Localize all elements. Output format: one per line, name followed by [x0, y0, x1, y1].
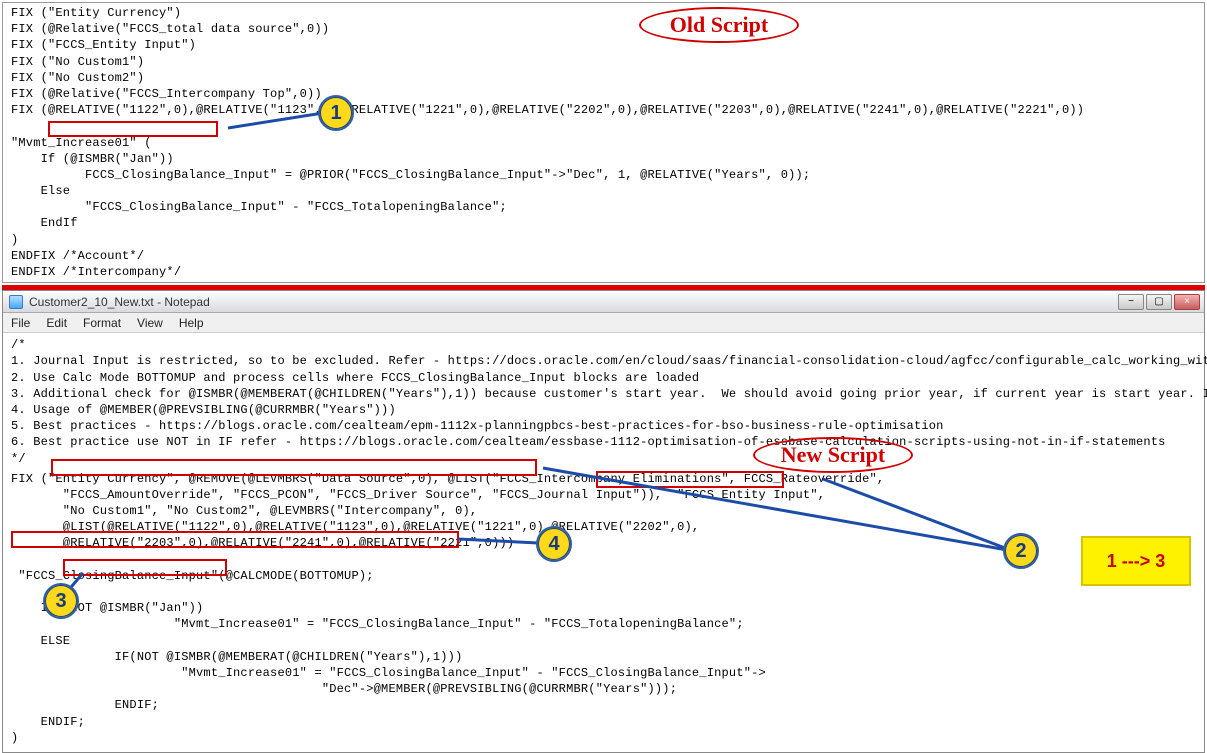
new-script-label-text: New Script	[781, 442, 885, 468]
notepad-icon	[9, 295, 23, 309]
menu-view[interactable]: View	[137, 316, 163, 330]
new-script-label: New Script	[753, 437, 913, 473]
notepad-window: Customer2_10_New.txt - Notepad − ▢ × Fil…	[2, 290, 1205, 753]
highlight-journal-input	[596, 471, 784, 488]
minimize-button[interactable]: −	[1118, 294, 1144, 310]
highlight-not-ismbr	[63, 559, 227, 576]
marker-1: 1	[318, 95, 354, 131]
menu-file[interactable]: File	[11, 316, 30, 330]
marker-2-text: 2	[1015, 540, 1026, 563]
titlebar: Customer2_10_New.txt - Notepad − ▢ ×	[3, 291, 1204, 313]
marker-3: 3	[43, 583, 79, 619]
legend-box: 1 ---> 3	[1081, 536, 1191, 586]
menu-help[interactable]: Help	[179, 316, 204, 330]
old-script-label-text: Old Script	[670, 12, 768, 38]
close-button[interactable]: ×	[1174, 294, 1200, 310]
menubar: File Edit Format View Help	[3, 313, 1204, 333]
window-title: Customer2_10_New.txt - Notepad	[29, 295, 210, 309]
marker-1-text: 1	[330, 102, 341, 125]
highlight-if-jan	[48, 121, 218, 137]
old-script-pane: FIX ("Entity Currency") FIX (@Relative("…	[2, 2, 1205, 283]
highlight-fix-entity	[51, 459, 537, 476]
window-controls: − ▢ ×	[1118, 294, 1204, 310]
notepad-comments[interactable]: /* 1. Journal Input is restricted, so to…	[3, 333, 1204, 469]
menu-format[interactable]: Format	[83, 316, 121, 330]
marker-2: 2	[1003, 533, 1039, 569]
marker-3-text: 3	[55, 590, 66, 613]
menu-edit[interactable]: Edit	[46, 316, 67, 330]
legend-text: 1 ---> 3	[1107, 551, 1166, 572]
marker-4: 4	[536, 526, 572, 562]
highlight-calcmode	[11, 531, 459, 548]
old-script-label: Old Script	[639, 7, 799, 43]
old-script-text: FIX ("Entity Currency") FIX (@Relative("…	[3, 3, 1204, 282]
notepad-code[interactable]: FIX ("Entity Currency", @REMOVE(@LEVMBRS…	[3, 469, 1204, 752]
maximize-button[interactable]: ▢	[1146, 294, 1172, 310]
marker-4-text: 4	[548, 533, 559, 556]
